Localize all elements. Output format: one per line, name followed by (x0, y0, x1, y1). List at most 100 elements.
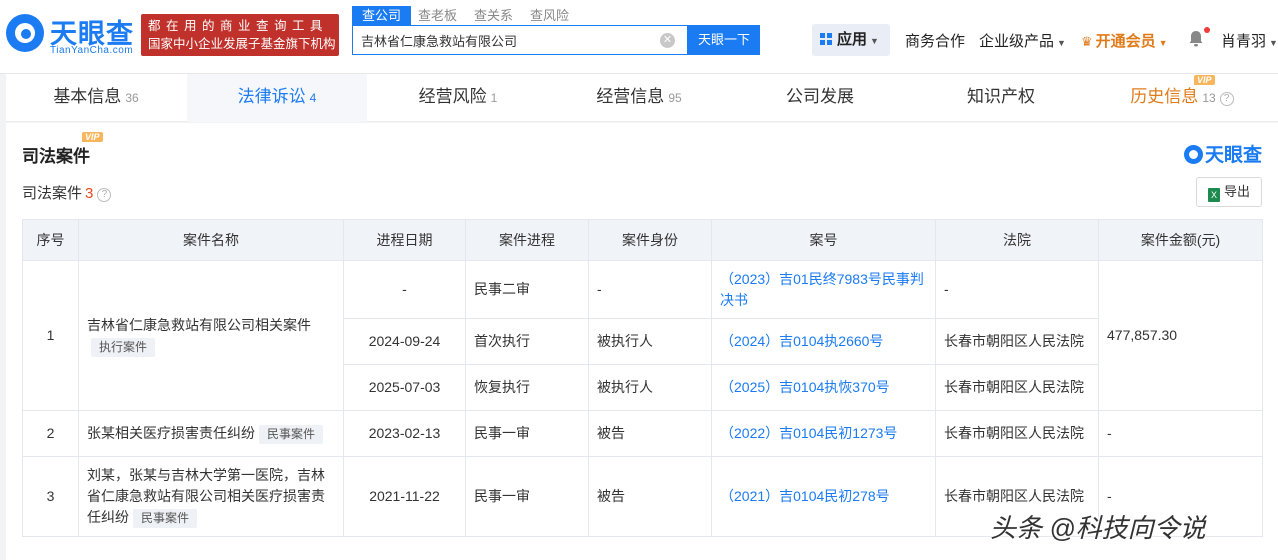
export-label: 导出 (1223, 184, 1250, 199)
brand-watermark-logo: 天眼查 (1183, 140, 1262, 167)
case-name-cell[interactable]: 张某相关医疗损害责任纠纷 民事案件 (78, 410, 344, 457)
court-cell: 长春市朝阳区人民法院 (935, 364, 1099, 411)
case-name-cell[interactable]: 吉林省仁康急救站有限公司相关案件执行案件 (78, 260, 344, 411)
col-court: 法院 (935, 219, 1099, 261)
nav-open-membership[interactable]: ♛ 开通会员 ▼ (1081, 30, 1168, 51)
watermark-text: 头条 @科技向令说 (990, 513, 1206, 543)
tab-legal[interactable]: 法律诉讼 4 (187, 74, 367, 122)
table-row: 2 张某相关医疗损害责任纠纷 民事案件 2023-02-13 民事一审 被告 （2… (22, 410, 1263, 457)
grid-icon (820, 33, 832, 45)
tab-label: 经营信息 (596, 87, 665, 106)
tianyancha-logo[interactable]: 天眼查 TianYanCha.com (6, 12, 134, 60)
case-name[interactable]: 刘某，张某与吉林大学第一医院，吉林省仁康急救站有限公司相关医疗损害责任纠纷 (87, 467, 325, 525)
case-type-tag: 民事案件 (133, 509, 198, 528)
caret-down-icon: ▼ (870, 36, 879, 46)
stage-cell: 首次执行 (465, 318, 589, 365)
role-cell: 被执行人 (588, 318, 712, 365)
tab-count: 36 (125, 91, 139, 105)
logo-domain: TianYanCha.com (50, 45, 134, 56)
crown-icon: ♛ (1081, 34, 1093, 49)
tab-business-info[interactable]: 经营信息 95 (549, 74, 729, 122)
date-cell: 2025-07-03 (343, 364, 466, 411)
col-date: 进程日期 (343, 219, 466, 261)
col-index: 序号 (22, 219, 79, 261)
tab-label: 基本信息 (53, 87, 122, 106)
role-cell: 被执行人 (588, 364, 712, 411)
court-cell: 长春市朝阳区人民法院 (935, 410, 1099, 457)
tab-business-risk[interactable]: 经营风险 1 (368, 74, 548, 122)
amount-cell: 477,857.30 (1098, 260, 1263, 411)
case-number-link[interactable]: （2023）吉01民终7983号民事判决书 (711, 260, 936, 319)
nav-enterprise-label: 企业级产品 (979, 33, 1055, 50)
excel-icon: X (1207, 188, 1220, 202)
search-box: ✕ (352, 25, 688, 55)
search-button[interactable]: 天眼一下 (688, 25, 760, 55)
stage-cell: 民事二审 (465, 260, 589, 319)
case-name-cell[interactable]: 刘某，张某与吉林大学第一医院，吉林省仁康急救站有限公司相关医疗损害责任纠纷 民事案… (78, 456, 344, 537)
role-cell: 被告 (588, 410, 712, 457)
promo-line-1: 都在用的商业查询工具 (148, 19, 329, 33)
section-title: 司法案件 (22, 147, 90, 166)
stage-cell: 民事一审 (465, 410, 589, 457)
tab-count: 95 (668, 91, 682, 105)
search-tab-boss[interactable]: 查老板 (418, 6, 457, 25)
col-amount: 案件金额(元) (1098, 219, 1263, 261)
search-tab-risk[interactable]: 查风险 (530, 6, 569, 25)
promo-line-2: 国家中小企业发展子基金旗下机构 (148, 37, 336, 51)
stage-cell: 恢复执行 (465, 364, 589, 411)
caret-down-icon: ▼ (1057, 38, 1066, 48)
tab-label: 知识产权 (967, 87, 1035, 106)
user-menu[interactable]: 肖青羽 ▼ (1221, 30, 1278, 51)
tab-history[interactable]: 历史信息 13? (1092, 74, 1272, 122)
search-tab-company[interactable]: 查公司 (352, 6, 412, 25)
company-tabs: 基本信息 36 法律诉讼 4 经营风险 1 经营信息 95 公司发展 知识产权 历史信息… (6, 74, 1278, 122)
help-icon[interactable]: ? (97, 188, 112, 202)
date-cell: - (343, 260, 466, 319)
cases-table: 序号 案件名称 进程日期 案件进程 案件身份 案号 法院 案件金额(元) 1 吉… (22, 219, 1263, 537)
case-number-link[interactable]: （2024）吉0104执2660号 (711, 318, 936, 365)
nav-enterprise-products[interactable]: 企业级产品 ▼ (979, 30, 1066, 51)
export-button[interactable]: X 导出 (1196, 177, 1262, 207)
clear-icon[interactable]: ✕ (660, 33, 675, 48)
nav-business-cooperation[interactable]: 商务合作 (905, 30, 965, 51)
tab-company-development[interactable]: 公司发展 (730, 74, 910, 122)
tab-label: 法律诉讼 (237, 87, 306, 106)
tab-ip[interactable]: 知识产权 (911, 74, 1091, 122)
case-type-tag: 民事案件 (259, 425, 324, 444)
tab-count: 4 (309, 91, 317, 105)
case-number-link[interactable]: （2025）吉0104执恢370号 (711, 364, 936, 411)
tab-basic-info[interactable]: 基本信息 36 (6, 74, 186, 122)
search-input[interactable] (361, 26, 651, 54)
case-count: 司法案件 3? (22, 182, 112, 203)
apps-menu-button[interactable]: 应用 ▼ (812, 24, 890, 56)
row-index: 3 (22, 456, 79, 537)
col-role: 案件身份 (588, 219, 712, 261)
row-index: 1 (22, 260, 79, 411)
tab-label: 历史信息 (1130, 87, 1199, 106)
user-name: 肖青羽 (1221, 33, 1267, 50)
amount-cell: - (1098, 410, 1263, 457)
top-bar: 天眼查 TianYanCha.com 都在用的商业查询工具 国家中小企业发展子基… (0, 0, 1278, 74)
case-number-link[interactable]: （2022）吉0104民初1273号 (711, 410, 936, 457)
row-index: 2 (22, 410, 79, 457)
case-number-link[interactable]: （2021）吉0104民初278号 (711, 456, 936, 537)
court-cell: - (935, 260, 1099, 319)
col-stage: 案件进程 (465, 219, 589, 261)
tab-count: 1 (490, 91, 498, 105)
brand-text: 天眼查 (1204, 145, 1262, 166)
case-name[interactable]: 张某相关医疗损害责任纠纷 (87, 425, 255, 441)
stage-cell: 民事一审 (465, 456, 589, 537)
promo-banner[interactable]: 都在用的商业查询工具 国家中小企业发展子基金旗下机构 (141, 14, 339, 56)
case-type-tag: 执行案件 (91, 337, 156, 357)
date-cell: 2021-11-22 (343, 456, 466, 537)
date-cell: 2024-09-24 (343, 318, 466, 365)
tab-label: 公司发展 (786, 87, 854, 106)
tab-count: 13 (1202, 91, 1216, 105)
help-icon[interactable]: ? (1219, 92, 1234, 106)
bell-icon[interactable] (1188, 30, 1204, 47)
tab-label: 经营风险 (418, 87, 487, 106)
caret-down-icon: ▼ (1158, 38, 1168, 48)
logo-eye-icon (6, 14, 44, 52)
search-tab-relation[interactable]: 查关系 (474, 6, 513, 25)
case-name[interactable]: 吉林省仁康急救站有限公司相关案件 (87, 317, 311, 333)
